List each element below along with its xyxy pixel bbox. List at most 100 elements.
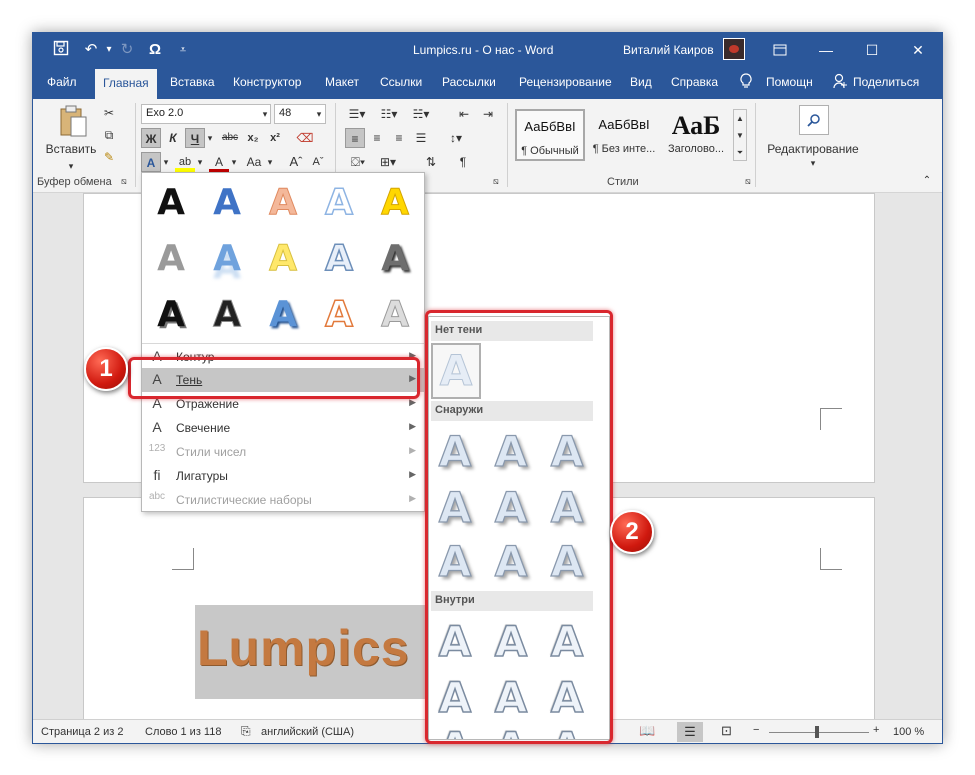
text-effects-dropdown-icon[interactable]: ▾ (161, 152, 171, 172)
effect-style-7[interactable]: A (207, 237, 247, 281)
numbering-icon[interactable]: ☷▾ (375, 104, 403, 124)
increase-indent-icon[interactable]: ⇥ (477, 104, 499, 124)
effect-style-6[interactable]: A (151, 237, 191, 281)
user-name[interactable]: Виталий Каиров (623, 43, 714, 57)
selected-text[interactable]: Lumpics (195, 605, 425, 699)
effect-style-13[interactable]: A (263, 293, 303, 337)
tab-design[interactable]: Конструктор (233, 75, 301, 89)
read-mode-icon[interactable]: 📖 (639, 723, 655, 739)
justify-icon[interactable]: ☰ (411, 128, 431, 148)
text-effects-icon[interactable]: A (141, 152, 161, 172)
font-name-field[interactable]: Exo 2.0 (141, 104, 271, 124)
print-layout-icon[interactable]: ☰ (677, 722, 703, 742)
page-count[interactable]: Страница 2 из 2 (41, 726, 123, 738)
tab-tell-me[interactable]: Помощн (766, 75, 813, 89)
paste-dropdown-icon[interactable]: ▾ (63, 156, 79, 176)
font-name-dropdown-icon[interactable]: ▾ (259, 104, 271, 124)
style-heading[interactable]: АаБ Заголово... (661, 109, 731, 161)
sort-icon[interactable]: ⇅ (421, 152, 441, 172)
copy-icon[interactable]: ⧉ (99, 125, 119, 145)
proofing-icon[interactable]: ⎘ (241, 724, 251, 739)
effect-style-12[interactable]: A (207, 293, 247, 337)
effect-style-2[interactable]: A (207, 181, 247, 225)
web-layout-icon[interactable]: ⊡ (721, 723, 732, 739)
highlight-dropdown-icon[interactable]: ▾ (195, 152, 205, 172)
share-icon[interactable] (833, 73, 847, 92)
menu-item-ligatures[interactable]: ﬁ Лигатуры ▶ (142, 464, 424, 488)
undo-icon[interactable]: ↶ (81, 40, 101, 60)
avatar[interactable] (723, 38, 745, 60)
effect-style-11[interactable]: A (151, 293, 191, 337)
highlight-icon[interactable]: ab (175, 152, 195, 172)
align-center-icon[interactable]: ≡ (367, 128, 387, 148)
subscript-button[interactable]: x₂ (243, 128, 263, 148)
underline-button[interactable]: Ч (185, 128, 205, 148)
zoom-out-icon[interactable]: − (753, 724, 759, 736)
grow-font-icon[interactable]: Aˆ (287, 152, 305, 172)
lightbulb-icon[interactable] (740, 73, 752, 92)
bullets-icon[interactable]: ☰▾ (343, 104, 371, 124)
cut-icon[interactable]: ✂ (99, 103, 119, 123)
effect-style-8[interactable]: A (263, 237, 303, 281)
zoom-slider[interactable] (769, 732, 869, 733)
align-left-icon[interactable]: ≡ (345, 128, 365, 148)
format-painter-icon[interactable]: ✎ (99, 147, 119, 167)
change-case-button[interactable]: Aa (243, 152, 265, 172)
decrease-indent-icon[interactable]: ⇤ (453, 104, 475, 124)
zoom-level[interactable]: 100 % (893, 726, 924, 738)
show-marks-icon[interactable]: ¶ (453, 152, 473, 172)
tab-mailings[interactable]: Рассылки (442, 75, 496, 89)
effect-style-3[interactable]: A (263, 181, 303, 225)
borders-icon[interactable]: ⊞▾ (375, 152, 401, 172)
tab-help[interactable]: Справка (671, 75, 718, 89)
customize-icon[interactable]: ⩡ (173, 40, 193, 60)
italic-button[interactable]: К (163, 128, 183, 148)
zoom-thumb[interactable] (815, 726, 819, 738)
change-case-dropdown-icon[interactable]: ▾ (265, 152, 275, 172)
tab-insert[interactable]: Вставка (170, 75, 215, 89)
font-size-dropdown-icon[interactable]: ▾ (313, 104, 325, 124)
menu-item-glow[interactable]: A Свечение ▶ (142, 416, 424, 440)
close-icon[interactable]: ✕ (895, 33, 941, 67)
effect-style-1[interactable]: A (151, 181, 191, 225)
clear-formatting-icon[interactable]: ⌫ (295, 128, 315, 148)
tab-review[interactable]: Рецензирование (519, 75, 612, 89)
styles-scroll[interactable]: ▲ ▼ ⏷ (733, 109, 747, 161)
maximize-icon[interactable]: ☐ (849, 33, 895, 67)
styles-launcher-icon[interactable]: ⧅ (745, 176, 751, 187)
tab-view[interactable]: Вид (630, 75, 652, 89)
effect-style-4[interactable]: A (319, 181, 359, 225)
tab-layout[interactable]: Макет (325, 75, 359, 89)
effect-style-9[interactable]: A (319, 237, 359, 281)
font-color-icon[interactable]: A (209, 152, 229, 172)
clipboard-launcher-icon[interactable]: ⧅ (121, 176, 127, 187)
word-count[interactable]: Слово 1 из 118 (145, 726, 221, 738)
paragraph-launcher-icon[interactable]: ⧅ (493, 176, 499, 187)
share-button[interactable]: Поделиться (853, 75, 919, 89)
effect-style-15[interactable]: A (375, 293, 415, 337)
bold-button[interactable]: Ж (141, 128, 161, 148)
ribbon-display-icon[interactable] (757, 33, 803, 67)
tab-references[interactable]: Ссылки (380, 75, 422, 89)
clipboard-icon[interactable] (55, 105, 91, 141)
search-icon[interactable] (799, 105, 829, 135)
editing-dropdown-icon[interactable]: ▾ (805, 153, 821, 173)
tab-file[interactable]: Файл (47, 75, 77, 89)
language[interactable]: английский (США) (261, 726, 354, 738)
font-color-dropdown-icon[interactable]: ▾ (229, 152, 239, 172)
style-normal[interactable]: АаБбВвI ¶ Обычный (515, 109, 585, 161)
line-spacing-icon[interactable]: ↕▾ (443, 128, 469, 148)
collapse-ribbon-icon[interactable]: ⌃ (919, 171, 935, 191)
effect-style-5[interactable]: A (375, 181, 415, 225)
shading-icon[interactable]: ⛋▾ (345, 152, 371, 172)
strikethrough-button[interactable]: abc (219, 128, 241, 148)
undo-dropdown-icon[interactable]: ▾ (99, 40, 119, 60)
align-right-icon[interactable]: ≡ (389, 128, 409, 148)
underline-dropdown-icon[interactable]: ▾ (205, 128, 215, 148)
omega-icon[interactable]: Ω (145, 40, 165, 60)
multilevel-list-icon[interactable]: ☵▾ (407, 104, 435, 124)
zoom-in-icon[interactable]: + (873, 724, 879, 736)
tab-home[interactable]: Главная (95, 69, 157, 99)
effect-style-14[interactable]: A (319, 293, 359, 337)
style-no-spacing[interactable]: АаБбВвI ¶ Без инте... (589, 109, 659, 161)
